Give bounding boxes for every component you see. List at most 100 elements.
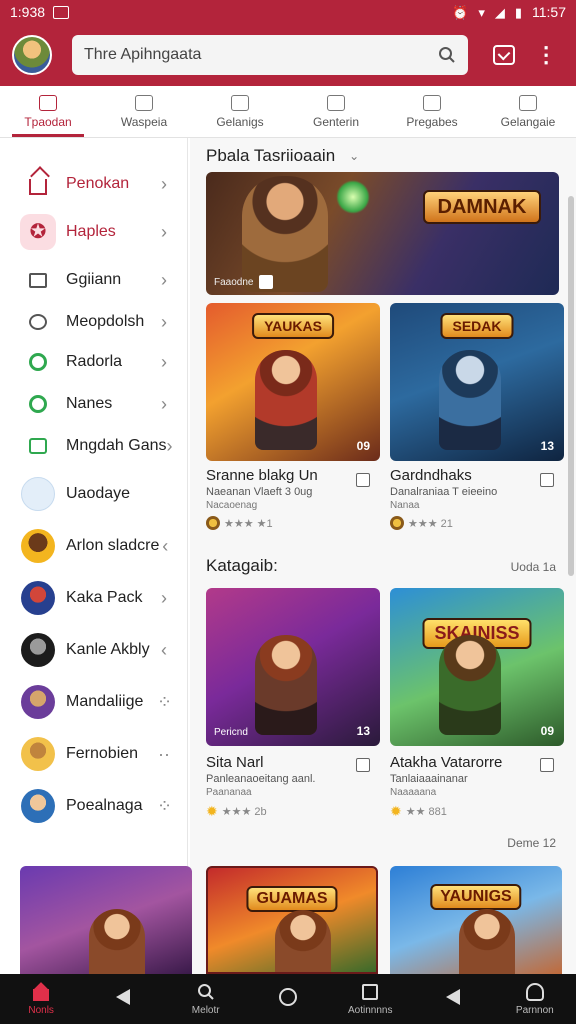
- game-rating: ✹ ★★★ 2b: [206, 803, 267, 820]
- game-card[interactable]: Pericnd 13 Sita Narl Panleanaoeitang aan…: [206, 588, 380, 819]
- game-logo: GUAMAS: [246, 886, 338, 912]
- chat-button[interactable]: [486, 37, 522, 73]
- spiral-icon: [20, 344, 56, 380]
- section-1-header[interactable]: Pbala Tasriioaain ⌄: [206, 146, 359, 166]
- featured-caption-text: Faaodne: [214, 276, 254, 288]
- sidebar-item-6[interactable]: Mngdah Gans ›: [0, 424, 187, 468]
- tab-0[interactable]: Tpaodan: [0, 86, 96, 137]
- chevron-down-icon: ⌄: [349, 149, 360, 163]
- sidebar-item-label: Radorla: [66, 353, 123, 370]
- nav-profile[interactable]: Parnnon: [494, 974, 576, 1024]
- sidebar-item-0[interactable]: Penokan ›: [0, 162, 187, 206]
- game-logo: YAUKAS: [252, 313, 334, 339]
- tab-2[interactable]: Gelanigs: [192, 86, 288, 137]
- rating-badge-icon: [390, 516, 404, 530]
- nav-label: Nonls: [28, 1004, 54, 1016]
- game-title: Sranne blakg Un: [206, 467, 318, 484]
- game-subtitle: Panleanaoeitang aanl.: [206, 773, 316, 785]
- person-icon: [525, 982, 544, 1001]
- select-checkbox[interactable]: [356, 758, 370, 772]
- spiral-icon: [20, 386, 56, 422]
- game-meta: Nanaa: [390, 500, 420, 511]
- character-art: [254, 350, 317, 451]
- rating-badge-icon: [206, 516, 220, 530]
- sidebar-item-5[interactable]: Nanes ›: [0, 382, 187, 426]
- select-checkbox[interactable]: [540, 473, 554, 487]
- tab-icon: [327, 94, 345, 111]
- star-icon: ✪: [20, 214, 56, 250]
- game-meta: Naaaaana: [390, 787, 437, 798]
- tab-5[interactable]: Gelangaie: [480, 86, 576, 137]
- sidebar-item-9[interactable]: Kaka Pack ›: [0, 576, 187, 620]
- game-card[interactable]: SKAINISS 09 Atakha Vatarorre Tanlaiaaain…: [390, 588, 564, 819]
- nav-search[interactable]: Melotr: [165, 974, 247, 1024]
- featured-banner[interactable]: DAMNAK Faaodne: [206, 172, 559, 295]
- section-2-header: Katagaib:: [206, 556, 278, 576]
- select-checkbox[interactable]: [540, 758, 554, 772]
- back-triangle-icon: [445, 988, 460, 1006]
- more-dots-icon: ··: [158, 743, 170, 764]
- game-rating: ★★★ ★1: [206, 516, 273, 530]
- tab-3[interactable]: Genterin: [288, 86, 384, 137]
- search-bar[interactable]: Thre Apihngaata: [72, 35, 469, 75]
- sidebar-item-label: Penokan: [66, 175, 130, 192]
- square-icon: [362, 983, 379, 1001]
- app-bar: Thre Apihngaata ⋮: [0, 24, 576, 86]
- game-tile[interactable]: GUAMAS: [206, 866, 378, 974]
- character-art: [88, 909, 145, 974]
- status-time-left: 1:938: [10, 4, 46, 20]
- chevron-left-icon: ‹: [161, 639, 167, 660]
- game-tile[interactable]: [20, 866, 192, 974]
- profile-avatar[interactable]: [12, 35, 52, 75]
- scrollbar[interactable]: [568, 196, 574, 576]
- game-title: Gardndhaks: [390, 467, 472, 484]
- sidebar-item-13[interactable]: Poealnaga ⁘: [0, 784, 187, 828]
- nav-home-circle[interactable]: [247, 974, 329, 1024]
- sidebar-item-8[interactable]: Arlon sladcre ‹: [0, 524, 187, 568]
- sidebar-item-3[interactable]: Meopdolsh ›: [0, 300, 187, 344]
- sidebar-item-label: Ggiiann: [66, 271, 122, 288]
- tab-label: Gelangaie: [500, 114, 556, 129]
- search-input[interactable]: Thre Apihngaata: [84, 46, 438, 64]
- sidebar-item-4[interactable]: Radorla ›: [0, 340, 187, 384]
- home-icon: [33, 983, 50, 1001]
- back-triangle-icon: [116, 988, 131, 1006]
- tab-1[interactable]: Waspeia: [96, 86, 192, 137]
- game-card[interactable]: YAUKAS 09 Sranne blakg Un Naeanan Vlaeft…: [206, 303, 380, 530]
- more-button[interactable]: ⋮: [528, 37, 564, 73]
- more-dots-icon: ⁘: [157, 691, 173, 712]
- game-card[interactable]: SEDAK 13 Gardndhaks Danalraniaa T eieein…: [390, 303, 564, 530]
- game-card-art: Pericnd 13: [206, 588, 380, 746]
- nav-back[interactable]: [82, 974, 164, 1024]
- sidebar-item-11[interactable]: Mandaliige ⁘: [0, 680, 187, 724]
- chevron-right-icon: ›: [161, 221, 167, 242]
- sidebar-item-1[interactable]: ✪ Haples ›: [0, 210, 187, 254]
- game-tile[interactable]: YAUNIGS: [390, 866, 562, 974]
- sidebar-item-7[interactable]: Uaodaye: [0, 472, 187, 516]
- chevron-left-icon: ‹: [162, 535, 169, 556]
- section-2-see-all[interactable]: Uoda 1a: [511, 560, 556, 574]
- sidebar-item-10[interactable]: Kanle Akbly ‹: [0, 628, 187, 672]
- section-3-see-all[interactable]: Deme 12: [507, 836, 556, 850]
- sidebar-item-2[interactable]: Ggiiann ›: [0, 258, 187, 302]
- nav-home[interactable]: Nonls: [0, 974, 82, 1024]
- game-subtitle: Naeanan Vlaeft 3 0ug: [206, 486, 313, 498]
- nav-back-2[interactable]: [411, 974, 493, 1024]
- select-checkbox[interactable]: [356, 473, 370, 487]
- nav-activity[interactable]: Aotinnnns: [329, 974, 411, 1024]
- tab-label: Gelanigs: [216, 114, 264, 129]
- tab-icon: [231, 94, 249, 111]
- chevron-right-icon: ›: [161, 311, 167, 332]
- sidebar-item-label: Uaodaye: [66, 485, 131, 502]
- battery-icon: ▮: [514, 4, 522, 20]
- sidebar-item-12[interactable]: Fernobien ··: [0, 732, 187, 776]
- status-bar: 1:938 ⏰ ▾ ◢ ▮ 11:57: [0, 0, 576, 24]
- chevron-right-icon: ›: [161, 393, 167, 414]
- badge-icon: [259, 275, 274, 289]
- search-icon[interactable]: [438, 46, 456, 64]
- avatar: [20, 632, 56, 668]
- tab-4[interactable]: Pregabes: [384, 86, 480, 137]
- game-card-art: SKAINISS 09: [390, 588, 564, 746]
- game-rating: ★★★ 21: [390, 516, 453, 530]
- more-dots-icon: ⁘: [157, 795, 173, 816]
